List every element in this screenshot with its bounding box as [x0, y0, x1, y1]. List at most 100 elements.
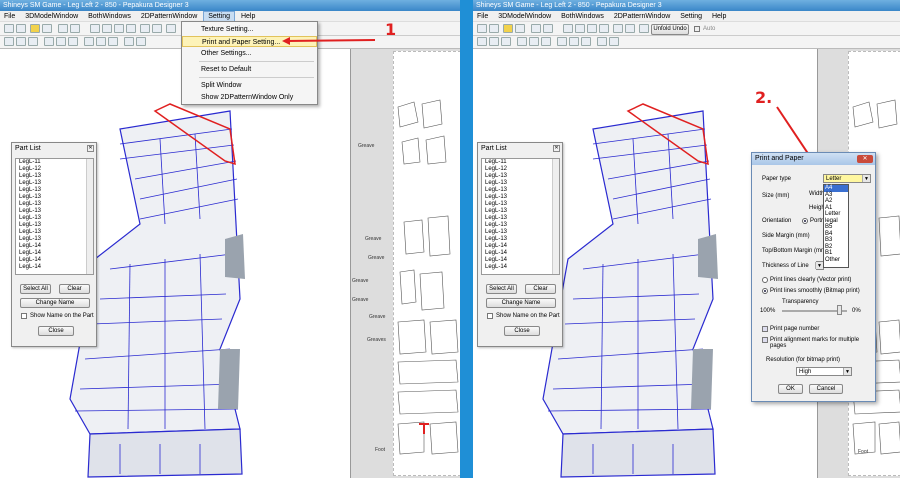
- anchor-icon[interactable]: [114, 24, 124, 33]
- grid-icon[interactable]: [152, 24, 162, 33]
- close-icon[interactable]: ✕: [87, 145, 94, 152]
- scrollbar[interactable]: [86, 159, 93, 274]
- window-icon[interactable]: [639, 24, 649, 33]
- close-button[interactable]: Close: [38, 326, 74, 336]
- list-item[interactable]: LegL-13: [16, 236, 93, 243]
- close-icon[interactable]: ✕: [553, 145, 560, 152]
- menu-bothwindows[interactable]: BothWindows: [557, 11, 608, 22]
- list-item[interactable]: LegL-13: [482, 201, 559, 208]
- vector-print-radio[interactable]: [762, 277, 768, 283]
- paper-type-select[interactable]: Letter ▼: [823, 174, 871, 183]
- check-icon[interactable]: [124, 37, 134, 46]
- pepakura-icon[interactable]: [30, 24, 40, 33]
- list-item[interactable]: LegL-13: [16, 222, 93, 229]
- flap-icon[interactable]: [44, 37, 54, 46]
- list-item[interactable]: LegL-13: [482, 229, 559, 236]
- list-item[interactable]: LegL-13: [482, 236, 559, 243]
- list-item[interactable]: LegL-13: [482, 187, 559, 194]
- list-item[interactable]: LegL-13: [482, 208, 559, 215]
- print-icon[interactable]: [557, 37, 567, 46]
- page-number-checkbox[interactable]: [762, 326, 768, 332]
- chevron-down-icon[interactable]: ▼: [815, 262, 823, 269]
- list-item[interactable]: LegL-13: [16, 229, 93, 236]
- menu-item-reset-default[interactable]: Reset to Default: [182, 64, 317, 75]
- list-item[interactable]: LegL-13: [16, 194, 93, 201]
- list-item[interactable]: LegL-14: [482, 257, 559, 264]
- undo-icon[interactable]: [609, 37, 619, 46]
- slider-thumb[interactable]: [837, 305, 843, 315]
- ok-button[interactable]: OK: [778, 384, 803, 394]
- move-icon[interactable]: [70, 24, 80, 33]
- alignment-marks-checkbox[interactable]: [762, 337, 768, 343]
- open-icon[interactable]: [477, 24, 487, 33]
- portrait-radio[interactable]: [802, 218, 808, 224]
- change-name-button[interactable]: Change Name: [20, 298, 90, 308]
- join-icon[interactable]: [529, 37, 539, 46]
- rotate-icon[interactable]: [531, 24, 541, 33]
- list-item[interactable]: LegL-14: [16, 257, 93, 264]
- split-icon[interactable]: [68, 37, 78, 46]
- chevron-down-icon[interactable]: ▼: [843, 368, 851, 375]
- model-icon[interactable]: [515, 24, 525, 33]
- list-item[interactable]: LegL-13: [16, 180, 93, 187]
- dropdown-option[interactable]: Other: [824, 257, 848, 264]
- move-icon[interactable]: [543, 24, 553, 33]
- list-item[interactable]: LegL-13: [16, 173, 93, 180]
- list-item[interactable]: LegL-13: [482, 194, 559, 201]
- paper-type-dropdown[interactable]: A4 A3 A2 A1 Letter legal B5 B4 B3 B2 B1 …: [823, 184, 849, 268]
- resolution-select[interactable]: High ▼: [796, 367, 852, 376]
- tool-icon[interactable]: [102, 24, 112, 33]
- edit-icon[interactable]: [563, 24, 573, 33]
- texture-icon[interactable]: [613, 24, 623, 33]
- save-icon[interactable]: [489, 24, 499, 33]
- text-icon[interactable]: [581, 37, 591, 46]
- list-item[interactable]: LegL-14: [482, 264, 559, 271]
- layout-icon[interactable]: [569, 37, 579, 46]
- select-all-button[interactable]: Select All: [486, 284, 517, 294]
- chevron-down-icon[interactable]: ▼: [862, 175, 870, 182]
- cancel-button[interactable]: Cancel: [809, 384, 843, 394]
- text-icon[interactable]: [108, 37, 118, 46]
- part-list[interactable]: LegL-11 LegL-12 LegL-13 LegL-13 LegL-13 …: [481, 158, 560, 275]
- menu-item-split-window[interactable]: Split Window: [182, 80, 317, 91]
- list-item[interactable]: LegL-13: [482, 222, 559, 229]
- menu-bothwindows[interactable]: BothWindows: [84, 11, 135, 22]
- unfold-undo-button[interactable]: Unfold Undo: [651, 24, 689, 35]
- list-item[interactable]: LegL-11: [482, 159, 559, 166]
- edit-icon[interactable]: [90, 24, 100, 33]
- layout-icon[interactable]: [96, 37, 106, 46]
- grid-icon[interactable]: [625, 24, 635, 33]
- list-item[interactable]: LegL-14: [482, 243, 559, 250]
- bitmap-print-radio[interactable]: [762, 288, 768, 294]
- list-item[interactable]: LegL-14: [482, 250, 559, 257]
- anchor-icon[interactable]: [587, 24, 597, 33]
- menu-help[interactable]: Help: [708, 11, 730, 22]
- menu-setting[interactable]: Setting: [676, 11, 706, 22]
- pepakura-icon[interactable]: [503, 24, 513, 33]
- menu-3dmodelwindow[interactable]: 3DModelWindow: [21, 11, 82, 22]
- part-list[interactable]: LegL-11 LegL-12 LegL-13 LegL-13 LegL-13 …: [15, 158, 94, 275]
- close-button[interactable]: Close: [504, 326, 540, 336]
- window-icon[interactable]: [166, 24, 176, 33]
- list-item[interactable]: LegL-13: [482, 173, 559, 180]
- list-item[interactable]: LegL-13: [16, 215, 93, 222]
- open-icon[interactable]: [4, 24, 14, 33]
- clear-button[interactable]: Clear: [59, 284, 90, 294]
- select-icon[interactable]: [477, 37, 487, 46]
- fold-icon[interactable]: [126, 24, 136, 33]
- close-icon[interactable]: ✕: [857, 155, 873, 163]
- join-icon[interactable]: [56, 37, 66, 46]
- list-item[interactable]: LegL-13: [482, 180, 559, 187]
- list-item[interactable]: LegL-13: [16, 208, 93, 215]
- list-item[interactable]: LegL-11: [16, 159, 93, 166]
- list-item[interactable]: LegL-13: [482, 215, 559, 222]
- menu-item-show-2d-only[interactable]: Show 2DPatternWindow Only: [182, 92, 317, 103]
- show-name-checkbox[interactable]: [21, 313, 27, 319]
- print-icon[interactable]: [84, 37, 94, 46]
- show-name-checkbox[interactable]: [487, 313, 493, 319]
- clear-button[interactable]: Clear: [525, 284, 556, 294]
- rotate-icon[interactable]: [58, 24, 68, 33]
- fold-icon[interactable]: [599, 24, 609, 33]
- list-item[interactable]: LegL-14: [16, 243, 93, 250]
- zoom-icon[interactable]: [489, 37, 499, 46]
